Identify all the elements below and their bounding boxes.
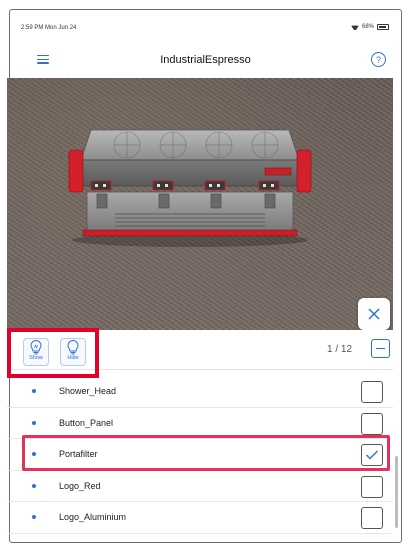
close-button[interactable] [358,298,390,330]
page-title: IndustrialEspresso [160,54,251,66]
checkmark-icon [366,450,378,460]
part-name: Logo_Aluminium [59,512,127,522]
list-item[interactable]: Portafilter [7,439,393,471]
part-counter: 1 / 12 [327,344,353,355]
bullet-icon [32,420,36,425]
battery-percent: 68% [361,24,374,30]
collapse-button[interactable] [371,339,390,358]
battery-icon [377,24,389,30]
bullet-icon [32,452,36,456]
part-checkbox[interactable] [361,444,383,466]
bullet-icon [32,483,36,488]
lightbulb-off-icon [67,339,79,355]
navigation-bar: IndustrialEspresso ? [10,44,401,74]
status-right: 68% [351,24,389,30]
list-item[interactable]: Button_Panel [7,408,393,439]
parts-toolbar: Show Hide 1 / 12 [7,330,393,370]
wifi-icon [351,24,359,30]
show-button[interactable]: Show [23,338,49,366]
part-checkbox[interactable] [361,381,383,403]
part-name: Logo_Red [59,480,101,491]
list-item[interactable]: Logo_Red [7,471,393,502]
help-icon[interactable]: ? [371,52,386,67]
ar-viewer[interactable] [7,78,393,343]
parts-list: Shower_Head Button_Panel Portafilter Log… [7,376,393,534]
hide-button[interactable]: Hide [60,338,86,366]
part-name: Button_Panel [59,417,114,428]
part-checkbox[interactable] [361,507,383,529]
espresso-machine-model[interactable] [65,122,315,247]
close-icon [368,308,380,320]
bullet-icon [32,389,36,393]
part-checkbox[interactable] [361,475,383,498]
list-scrollbar[interactable] [395,456,398,528]
part-name: Portafilter [59,449,98,459]
list-item[interactable]: Logo_Aluminium [7,502,393,534]
lightbulb-on-icon [30,339,42,355]
status-bar: 2:59 PM Mon Jun 24 68% [10,10,401,32]
bullet-icon [32,515,36,519]
part-name: Shower_Head [59,386,117,396]
list-item[interactable]: Shower_Head [7,376,393,408]
part-checkbox[interactable] [361,412,383,435]
show-label: Show [29,355,43,361]
hide-label: Hide [67,355,79,361]
status-time: 2:59 PM Mon Jun 24 [21,25,77,31]
